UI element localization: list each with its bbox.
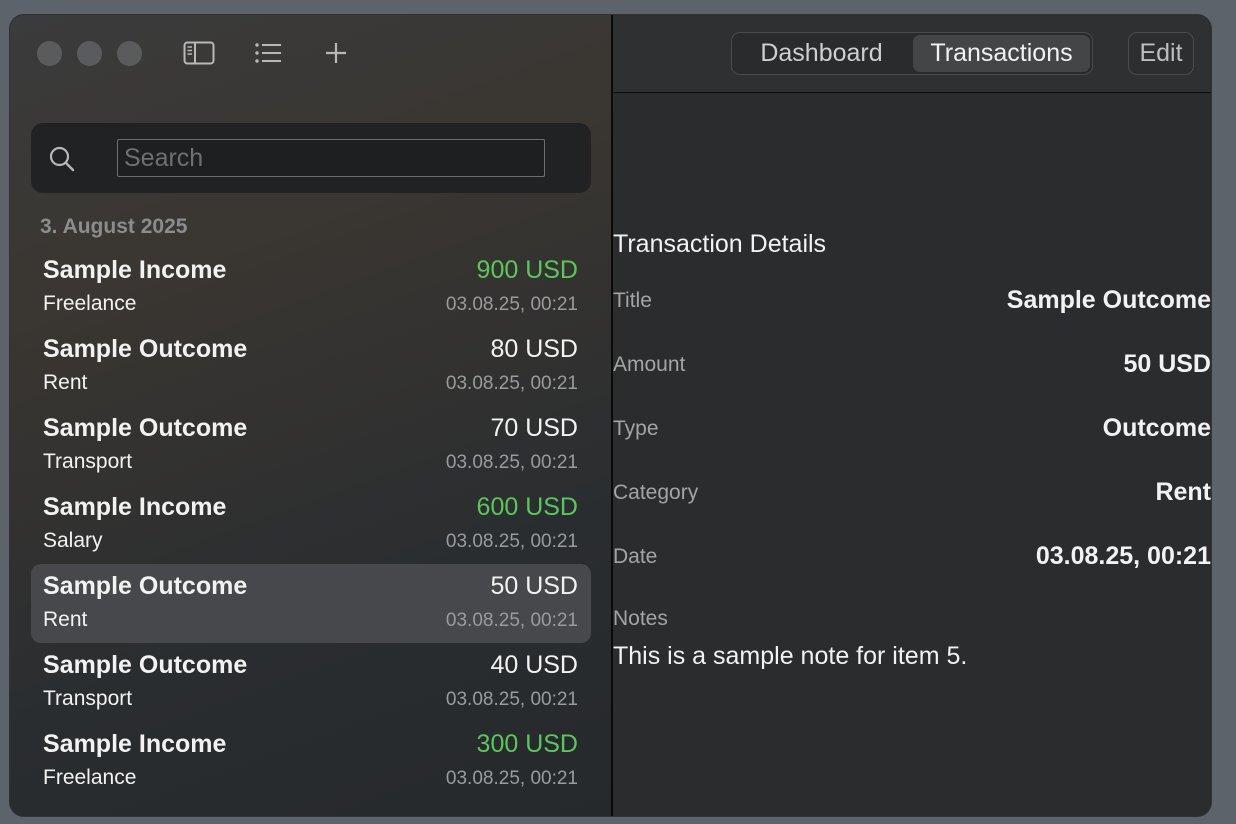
transaction-category: Freelance (43, 292, 137, 315)
edit-button[interactable]: Edit (1128, 32, 1194, 75)
search-input[interactable] (117, 139, 545, 177)
transaction-title: Sample Income (43, 730, 227, 758)
tab-dashboard[interactable]: Dashboard (734, 35, 909, 72)
plus-icon[interactable] (319, 37, 353, 69)
transaction-title: Sample Outcome (43, 572, 248, 600)
zoom-window-button[interactable] (117, 41, 142, 66)
list-icon[interactable] (251, 37, 285, 69)
transaction-date: 03.08.25, 00:21 (445, 610, 578, 631)
date-label: Date (613, 545, 658, 568)
minimize-window-button[interactable] (77, 41, 102, 66)
detail-pane: Dashboard Transactions Edit Transaction … (613, 15, 1211, 816)
category-value: Rent (1155, 478, 1211, 506)
transaction-category: Salary (43, 529, 103, 552)
transaction-date: 03.08.25, 00:21 (445, 294, 578, 315)
view-segmented-control: Dashboard Transactions (731, 32, 1093, 75)
app-window: 3. August 2025 Sample Income Freelance 9… (10, 15, 1211, 816)
title-value: Sample Outcome (1006, 286, 1211, 314)
transaction-row[interactable]: Sample Outcome Transport 70 USD 03.08.25… (31, 410, 591, 489)
transaction-date: 03.08.25, 00:21 (445, 768, 578, 789)
date-value: 03.08.25, 00:21 (1035, 542, 1211, 570)
transaction-date: 03.08.25, 00:21 (445, 452, 578, 473)
transaction-category: Transport (43, 687, 133, 710)
transaction-row[interactable]: Sample Income Freelance 900 USD 03.08.25… (31, 252, 591, 331)
transaction-row-selected[interactable]: Sample Outcome Rent 50 USD 03.08.25, 00:… (31, 564, 591, 643)
search-bar (31, 123, 591, 193)
amount-label: Amount (613, 353, 686, 376)
transaction-title: Sample Outcome (43, 335, 248, 363)
transaction-row[interactable]: Sample Outcome Rent 80 USD 03.08.25, 00:… (31, 331, 591, 410)
type-label: Type (613, 417, 659, 440)
sidebar: 3. August 2025 Sample Income Freelance 9… (10, 15, 612, 816)
transaction-category: Rent (43, 608, 88, 631)
transaction-amount: 300 USD (476, 730, 578, 758)
tab-transactions[interactable]: Transactions (913, 35, 1090, 72)
type-value: Outcome (1102, 414, 1211, 442)
transaction-row[interactable]: Sample Income Salary 600 USD 03.08.25, 0… (31, 489, 591, 568)
sidebar-toggle-icon[interactable] (182, 37, 216, 69)
transaction-amount: 600 USD (476, 493, 578, 521)
search-icon (47, 144, 77, 174)
transaction-amount: 50 USD (490, 572, 578, 600)
transaction-row[interactable]: Sample Income Freelance 300 USD 03.08.25… (31, 726, 591, 805)
transaction-category: Freelance (43, 766, 137, 789)
transaction-date: 03.08.25, 00:21 (445, 531, 578, 552)
transaction-amount: 80 USD (490, 335, 578, 363)
notes-label: Notes (613, 607, 668, 630)
transaction-amount: 40 USD (490, 651, 578, 679)
transaction-row[interactable]: Sample Outcome Transport 40 USD 03.08.25… (31, 647, 591, 726)
transaction-date: 03.08.25, 00:21 (445, 373, 578, 394)
transaction-category: Rent (43, 371, 88, 394)
transaction-title: Sample Income (43, 493, 227, 521)
transaction-amount: 900 USD (476, 256, 578, 284)
title-label: Title (613, 289, 652, 312)
transaction-amount: 70 USD (490, 414, 578, 442)
detail-heading: Transaction Details (613, 230, 827, 258)
detail-toolbar: Dashboard Transactions Edit (613, 15, 1211, 93)
amount-value: 50 USD (1123, 350, 1211, 378)
notes-text: This is a sample note for item 5. (613, 642, 968, 670)
close-window-button[interactable] (37, 41, 62, 66)
category-label: Category (613, 481, 699, 504)
transaction-title: Sample Outcome (43, 414, 248, 442)
transaction-date: 03.08.25, 00:21 (445, 689, 578, 710)
transaction-title: Sample Outcome (43, 651, 248, 679)
transaction-title: Sample Income (43, 256, 227, 284)
transaction-category: Transport (43, 450, 133, 473)
section-header-date: 3. August 2025 (40, 215, 188, 238)
